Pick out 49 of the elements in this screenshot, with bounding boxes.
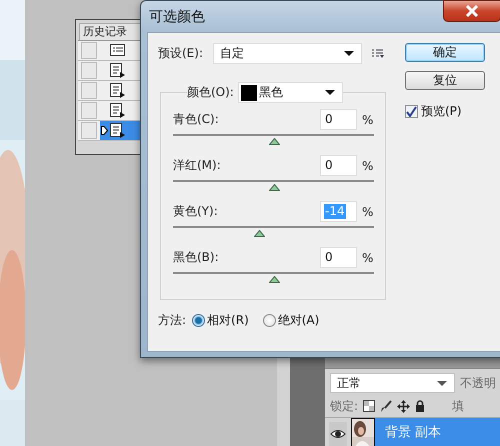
unit-label: % (362, 112, 374, 126)
snapshot-icon (110, 42, 126, 58)
window-title: 可选颜色 (149, 8, 205, 26)
method-label: 方法: (158, 312, 186, 328)
slider-thumb[interactable] (268, 276, 280, 283)
unit-label: % (362, 158, 374, 172)
document-icon (110, 102, 126, 118)
ok-button[interactable]: 确定 (405, 43, 485, 62)
channel-label: 黑色(B): (173, 249, 220, 266)
reset-button[interactable]: 复位 (405, 71, 485, 90)
document-icon (110, 82, 126, 98)
slider-thumb[interactable] (254, 230, 266, 237)
opacity-label: 不透明 (460, 374, 496, 392)
channel-label: 青色(C): (173, 111, 220, 128)
value-field[interactable]: 0 (320, 247, 357, 268)
caret-icon (436, 380, 448, 387)
channel-label: 洋红(M): (173, 157, 222, 174)
caret-icon (343, 50, 355, 57)
blend-mode-dropdown[interactable]: 正常 (330, 373, 455, 394)
slider-thumb[interactable] (268, 184, 280, 191)
value-field[interactable]: 0 (320, 155, 357, 176)
radio-option[interactable]: 绝对(A) (262, 312, 320, 328)
move-icon[interactable] (397, 400, 410, 413)
colors-label: 颜色(O): (187, 84, 234, 101)
caret-icon (324, 89, 336, 96)
checkerboard-icon[interactable] (363, 400, 376, 412)
document-icon (110, 122, 126, 138)
document-icon (110, 62, 126, 78)
close-button[interactable] (443, 0, 500, 22)
unit-label: % (362, 204, 374, 218)
preset-label: 预设(E): (158, 45, 204, 62)
lock-label: 锁定: (330, 398, 358, 415)
list-menu-icon[interactable] (372, 49, 384, 58)
preview-checkbox[interactable]: 预览(P) (405, 103, 485, 120)
brush-icon[interactable] (380, 400, 392, 413)
channel-label: 黄色(Y): (173, 203, 219, 220)
preset-dropdown[interactable]: 自定 (213, 43, 362, 64)
colors-dropdown[interactable]: 黑色 (238, 82, 343, 103)
checkmark-icon (406, 106, 417, 117)
slider-thumb[interactable] (268, 138, 280, 145)
unit-label: % (362, 250, 374, 264)
visibility-toggle[interactable] (329, 422, 347, 446)
value-field[interactable]: 0 (320, 109, 357, 130)
fill-label: 填 (452, 398, 464, 415)
state-marker-icon (101, 126, 108, 135)
eye-icon (330, 429, 346, 439)
lock-icon[interactable] (415, 400, 426, 412)
radio-option[interactable]: 相对(R) (192, 312, 249, 328)
close-icon (465, 5, 479, 17)
